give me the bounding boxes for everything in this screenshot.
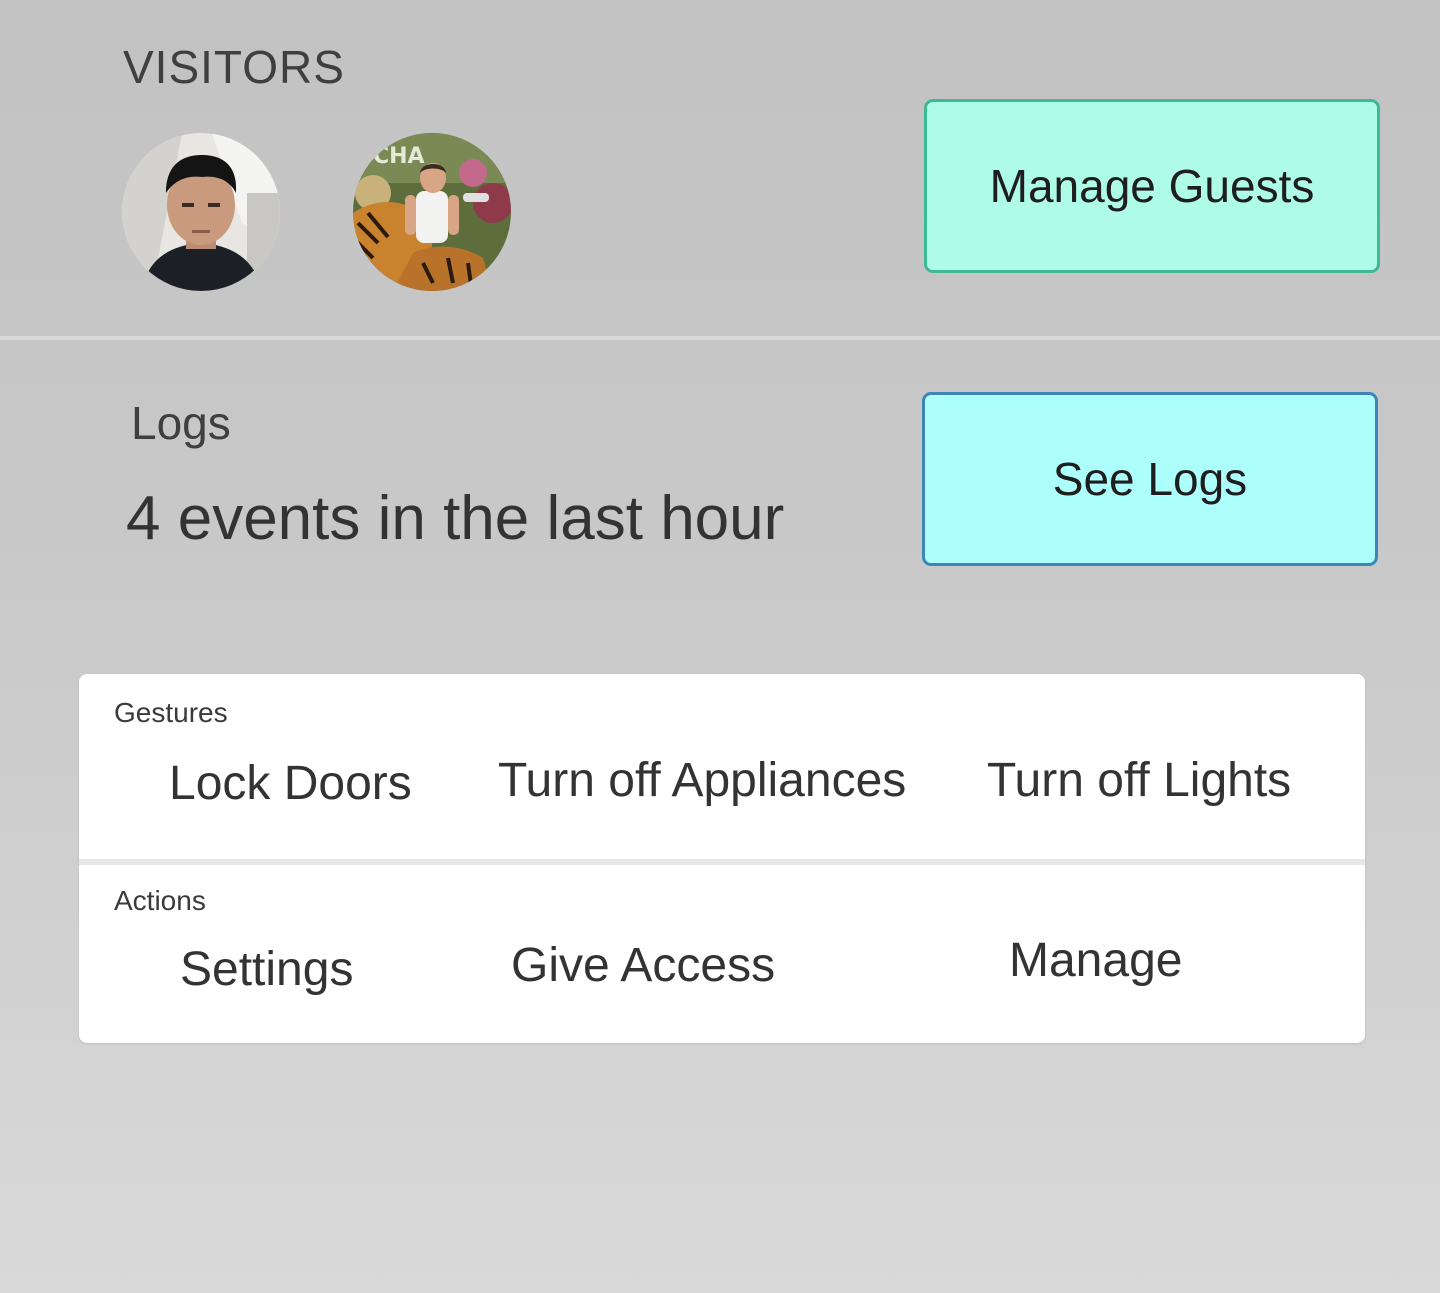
gestures-label: Gestures [114,697,228,728]
actions-label: Actions [114,885,206,916]
action-give-access[interactable]: Give Access [511,938,775,993]
manage-guests-button[interactable]: Manage Guests [924,99,1380,273]
visitor-avatar-2[interactable]: CHA [353,133,511,291]
gesture-turn-off-lights[interactable]: Turn off Lights [987,753,1291,808]
quick-actions-card: Gestures Lock Doors Turn off Appliances … [79,674,1365,1043]
visitor-photo-2: CHA [353,133,511,291]
card-divider [79,859,1365,865]
visitor-avatar-1[interactable] [122,133,280,291]
svg-text:CHA: CHA [373,144,425,169]
gesture-turn-off-appliances[interactable]: Turn off Appliances [498,753,906,808]
visitors-section: VISITORS CHA Manage Guests [0,0,1440,336]
action-settings[interactable]: Settings [180,942,353,997]
action-manage[interactable]: Manage [1009,933,1182,988]
logs-summary: 4 events in the last hour [126,484,785,553]
logs-title: Logs [131,397,231,449]
visitor-photo-1 [122,133,280,291]
visitors-title: VISITORS [123,41,345,93]
see-logs-button[interactable]: See Logs [922,392,1378,566]
gesture-lock-doors[interactable]: Lock Doors [169,756,412,811]
section-divider [0,336,1440,340]
